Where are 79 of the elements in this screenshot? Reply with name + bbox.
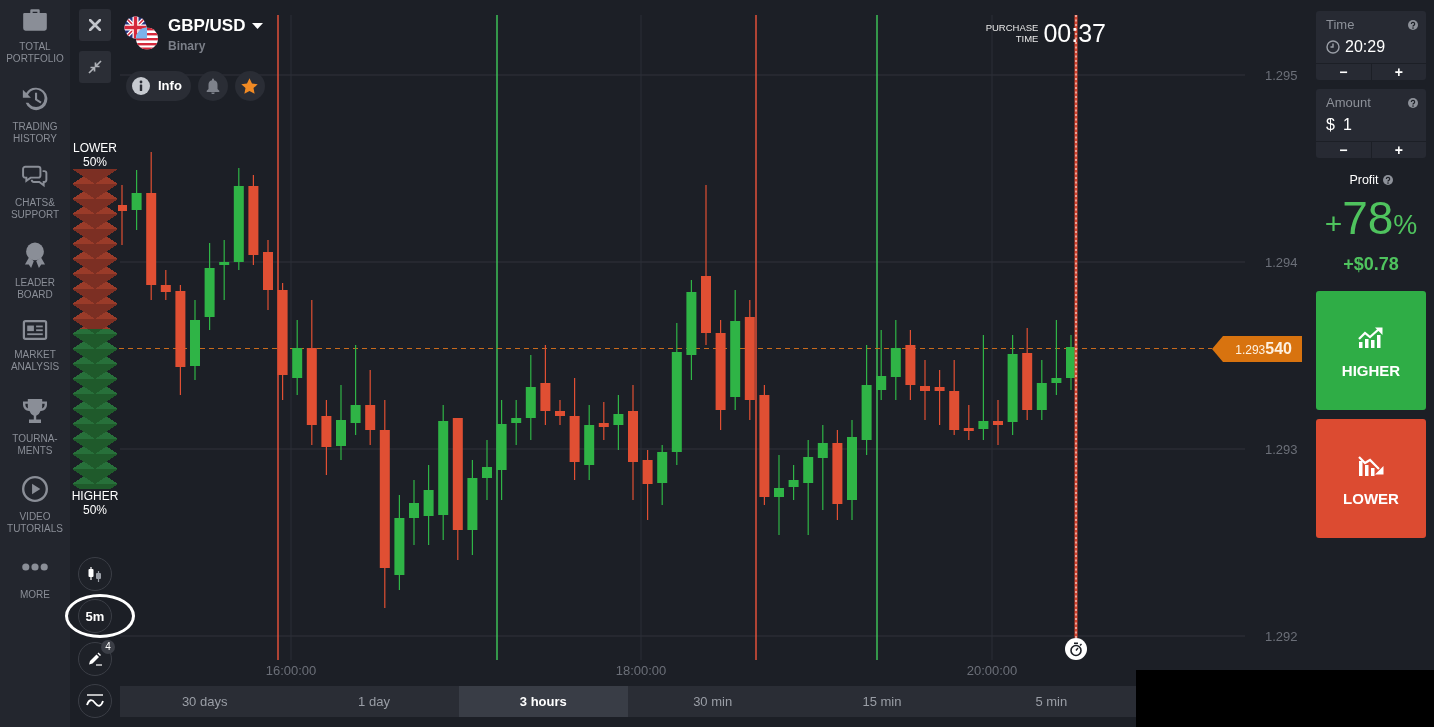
sentiment-percent: 50% [83,155,107,169]
indicators-button[interactable] [78,684,112,718]
stopwatch-icon [1065,638,1087,660]
sidebar-item[interactable]: MARKET ANALYSIS [0,320,70,398]
newspaper-icon [22,320,48,340]
caret-down-icon [252,22,264,29]
sidebar-item[interactable]: TOTAL PORTFOLIO [0,8,70,86]
price-tag: 1.293540 [1212,336,1302,362]
amount-value: 1 [1342,115,1352,135]
sidebar-item[interactable]: CHATS& SUPPORT [0,164,70,242]
time-range-tab[interactable]: 30 min [628,686,798,717]
sidebar-item[interactable]: TRADING HISTORY [0,86,70,164]
price-axis-label: 1.295 [1265,68,1298,83]
field-label: Time [1326,17,1355,32]
chart-type-button[interactable] [78,556,112,591]
price-axis-label: 1.294 [1265,255,1298,270]
currency-symbol: $ [1326,115,1335,135]
sentiment-label: LOWER [73,141,117,155]
increase-button[interactable]: + [1371,142,1426,158]
asset-selector[interactable]: GBP/USD [168,16,264,35]
falling-chart-icon [1358,454,1384,476]
time-axis-label: 18:00:00 [615,663,667,678]
lower-button[interactable]: LOWER [1316,419,1426,538]
field-label: Amount [1326,95,1371,110]
candles-icon [87,565,103,582]
price-axis-label: 1.293 [1265,442,1298,457]
decrease-button[interactable]: − [1316,64,1371,80]
notifications-button[interactable] [197,71,228,101]
medal-icon [23,242,47,268]
time-field[interactable]: Time 20:29 [1316,11,1426,63]
bell-icon [205,78,220,94]
inward-arrows-icon [88,60,102,74]
asset-type: Binary [168,39,207,54]
close-button[interactable] [79,9,111,41]
pencil-icon [87,651,103,666]
count-badge: 4 [101,639,115,654]
help-icon [1408,97,1418,108]
timeframe-button[interactable]: 5m [78,599,112,633]
sidebar-item[interactable]: TOURNA- MENTS [0,398,70,476]
time-range-tab[interactable]: 5 min [966,686,1136,717]
play-icon [22,476,48,502]
profit-label: Profit [1349,172,1379,188]
info-button[interactable]: Info [126,71,191,101]
sidebar-item[interactable]: MORE [0,554,70,632]
rising-chart-icon [1358,326,1384,348]
favorite-button[interactable] [234,71,265,101]
wave-icon [86,694,104,708]
time-axis-label: 16:00:00 [265,663,317,678]
sentiment-percent: 50% [83,503,107,517]
profit-amount: +$0.78 [1342,253,1400,275]
amount-field[interactable]: Amount $ 1 [1316,89,1426,141]
decrease-button[interactable]: − [1316,142,1371,158]
info-icon [132,77,150,95]
time-range-tab[interactable]: 3 hours [458,686,628,717]
time-range-tab[interactable]: 30 days [120,686,290,717]
higher-button[interactable]: HIGHER [1316,291,1426,410]
purchase-time-label: PURCHASE TIME [985,22,1039,44]
sentiment-label: HIGHER [71,489,119,503]
sidebar-item[interactable]: LEADER BOARD [0,242,70,320]
drawing-tools-button[interactable] [78,641,112,676]
history-icon [22,86,48,112]
briefcase-icon [22,8,48,32]
time-range-tab[interactable]: 1 day [289,686,459,717]
time-axis-label: 20:00:00 [966,663,1018,678]
help-icon [1408,19,1418,30]
sidebar-item[interactable]: VIDEO TUTORIALS [0,476,70,554]
collapse-button[interactable] [79,51,111,83]
price-axis-label: 1.292 [1265,629,1298,644]
profit-rate: +78% [1323,194,1419,246]
flags-icon [124,16,159,50]
increase-button[interactable]: + [1371,64,1426,80]
chat-icon [22,164,48,188]
dots-icon [22,563,48,571]
time-value: 20:29 [1345,37,1386,57]
trophy-icon [23,398,47,424]
help-icon [1382,175,1393,185]
clock-icon [1326,40,1340,54]
time-range-tab[interactable]: 15 min [797,686,967,717]
close-icon [89,19,101,31]
